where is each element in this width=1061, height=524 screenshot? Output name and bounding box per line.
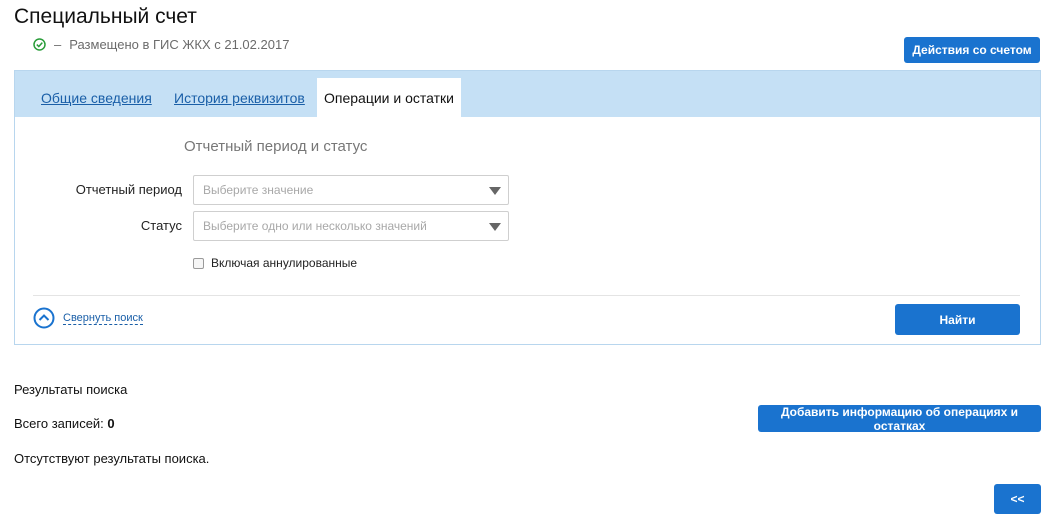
period-label: Отчетный период bbox=[75, 182, 182, 197]
status-select[interactable]: Выберите одно или несколько значений bbox=[193, 211, 509, 241]
status-dash: – bbox=[54, 37, 62, 52]
dropdown-arrow-icon bbox=[489, 187, 501, 195]
check-circle-icon bbox=[33, 38, 46, 51]
status-text: Размещено в ГИС ЖКХ с 21.02.2017 bbox=[69, 37, 290, 52]
page-title: Специальный счет bbox=[14, 5, 197, 28]
search-panel: Общие сведения История реквизитов Операц… bbox=[14, 70, 1041, 345]
empty-results-message: Отсутствуют результаты поиска. bbox=[14, 451, 210, 466]
results-title: Результаты поиска bbox=[14, 382, 128, 397]
include-cancelled-row: Включая аннулированные bbox=[193, 256, 357, 270]
period-placeholder: Выберите значение bbox=[203, 183, 314, 197]
add-operations-button[interactable]: Добавить информацию об операциях и остат… bbox=[758, 405, 1041, 433]
total-records: Всего записей: 0 bbox=[14, 416, 115, 431]
collapse-search[interactable]: Свернуть поиск bbox=[33, 307, 143, 329]
total-count: 0 bbox=[107, 416, 115, 431]
total-label: Всего записей: bbox=[14, 416, 104, 431]
period-select[interactable]: Выберите значение bbox=[193, 175, 509, 205]
tab-bar: Общие сведения История реквизитов Операц… bbox=[15, 71, 1040, 118]
include-cancelled-checkbox[interactable] bbox=[193, 257, 204, 269]
status-label: Статус bbox=[140, 218, 182, 233]
tab-requisites-history[interactable]: История реквизитов bbox=[174, 90, 305, 106]
include-cancelled-label: Включая аннулированные bbox=[211, 256, 358, 270]
back-button[interactable]: << bbox=[994, 484, 1041, 514]
dropdown-arrow-icon bbox=[489, 223, 501, 231]
account-actions-button[interactable]: Действия со счетом bbox=[904, 37, 1040, 63]
tab-general-info[interactable]: Общие сведения bbox=[41, 90, 152, 106]
collapse-search-link[interactable]: Свернуть поиск bbox=[63, 312, 143, 325]
status-placeholder: Выберите одно или несколько значений bbox=[203, 219, 427, 233]
chevron-up-circle-icon bbox=[33, 307, 55, 329]
tab-operations-balances[interactable]: Операции и остатки bbox=[317, 78, 461, 118]
find-button[interactable]: Найти bbox=[895, 304, 1020, 335]
divider bbox=[33, 295, 1020, 296]
section-title: Отчетный период и статус bbox=[184, 138, 368, 155]
publish-status: – Размещено в ГИС ЖКХ с 21.02.2017 bbox=[33, 37, 289, 52]
